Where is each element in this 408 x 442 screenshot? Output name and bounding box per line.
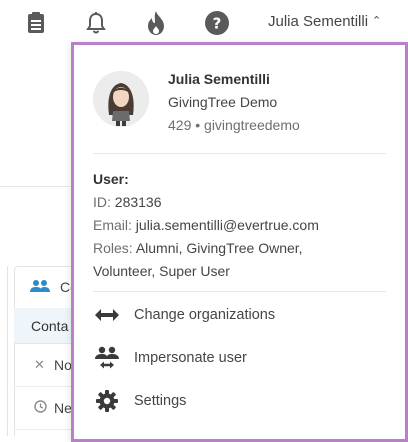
clipboard-icon[interactable] — [23, 10, 49, 36]
help-icon[interactable]: ? — [204, 10, 230, 36]
avatar — [93, 71, 149, 127]
profile-organization: GivingTree Demo — [168, 94, 278, 110]
divider — [93, 291, 386, 292]
impersonate-user-icon — [93, 346, 121, 370]
user-email-line: Email: julia.sementilli@evertrue.com — [93, 214, 383, 237]
flame-icon[interactable] — [143, 10, 169, 36]
impersonate-user-menu-item[interactable]: Impersonate user — [93, 343, 386, 373]
chevron-up-icon: ⌃ — [372, 15, 382, 27]
user-id-line: ID: 283136 — [93, 191, 383, 214]
user-id-value: 283136 — [114, 194, 162, 210]
side-panel-edge — [0, 266, 8, 436]
svg-text:?: ? — [213, 15, 222, 33]
user-roles-line: Roles: Alumni, GivingTree Owner, — [93, 237, 383, 260]
settings-label: Settings — [134, 393, 187, 409]
gear-icon — [93, 389, 121, 413]
user-dropdown-menu: Julia Sementilli GivingTree Demo 429 • g… — [71, 42, 408, 442]
people-icon — [30, 279, 50, 296]
profile-name: Julia Sementilli — [168, 71, 270, 87]
contacts-subheader-label: Conta — [31, 317, 69, 334]
profile-summary: Julia Sementilli GivingTree Demo 429 • g… — [93, 67, 393, 137]
user-details: User: ID: 283136 Email: julia.sementilli… — [93, 168, 383, 283]
swap-horizontal-icon — [93, 303, 121, 327]
user-email-value: julia.sementilli@evertrue.com — [135, 217, 319, 233]
user-roles-label: Roles: — [93, 240, 133, 256]
user-name: Julia Sementilli — [268, 13, 369, 30]
list-item-label: No — [54, 357, 72, 373]
user-id-label: ID: — [93, 194, 111, 210]
user-menu-toggle[interactable]: Julia Sementilli ⌃ — [268, 13, 381, 30]
list-item-label: Ne — [54, 400, 72, 416]
clock-icon — [34, 400, 48, 416]
bell-icon[interactable] — [83, 10, 109, 36]
settings-menu-item[interactable]: Settings — [93, 386, 386, 416]
top-navigation-bar: ? Julia Sementilli ⌃ — [0, 0, 408, 46]
user-email-label: Email: — [93, 217, 132, 233]
close-icon: ✕ — [34, 357, 45, 372]
page-divider — [0, 186, 72, 187]
change-organizations-menu-item[interactable]: Change organizations — [93, 300, 386, 330]
impersonate-user-label: Impersonate user — [134, 350, 247, 366]
user-roles-value-continued: Volunteer, Super User — [93, 263, 230, 279]
change-organizations-label: Change organizations — [134, 307, 276, 323]
user-details-heading: User: — [93, 171, 129, 187]
divider — [93, 153, 386, 154]
profile-org-meta: 429 • givingtreedemo — [168, 117, 300, 133]
user-roles-value: Alumni, GivingTree Owner, — [135, 240, 303, 256]
